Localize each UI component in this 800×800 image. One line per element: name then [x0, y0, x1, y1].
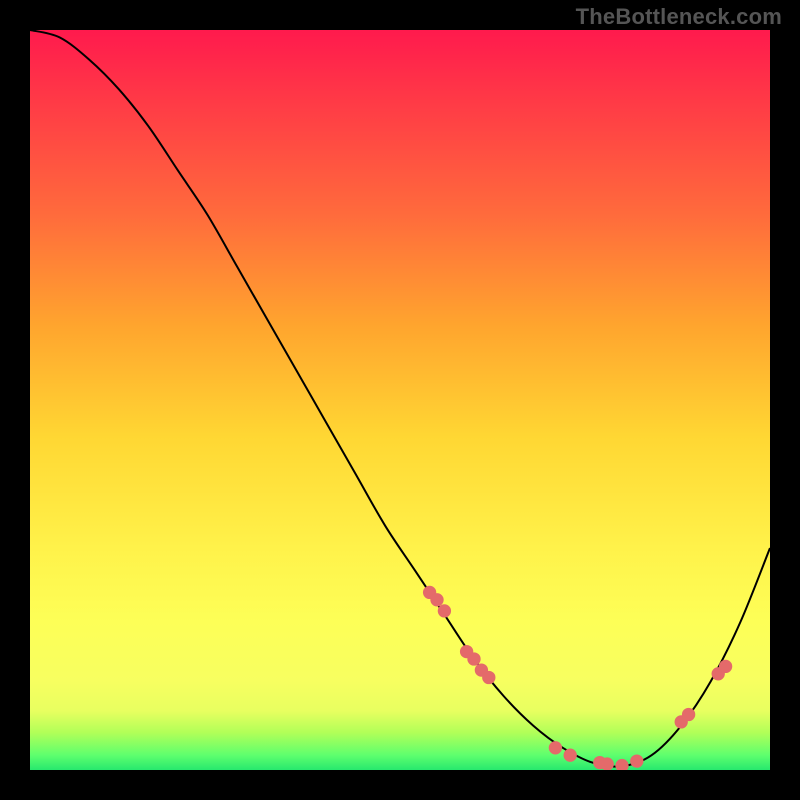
marker-point	[438, 604, 451, 617]
marker-point	[682, 708, 695, 721]
data-markers	[423, 586, 732, 770]
bottleneck-curve	[30, 30, 770, 767]
marker-point	[467, 652, 480, 665]
chart-container: TheBottleneck.com	[0, 0, 800, 800]
marker-point	[630, 754, 643, 767]
marker-point	[549, 741, 562, 754]
marker-point	[430, 593, 443, 606]
marker-point	[482, 671, 495, 684]
marker-point	[564, 749, 577, 762]
marker-point	[615, 759, 628, 770]
watermark-text: TheBottleneck.com	[576, 4, 782, 30]
chart-svg	[30, 30, 770, 770]
marker-point	[719, 660, 732, 673]
